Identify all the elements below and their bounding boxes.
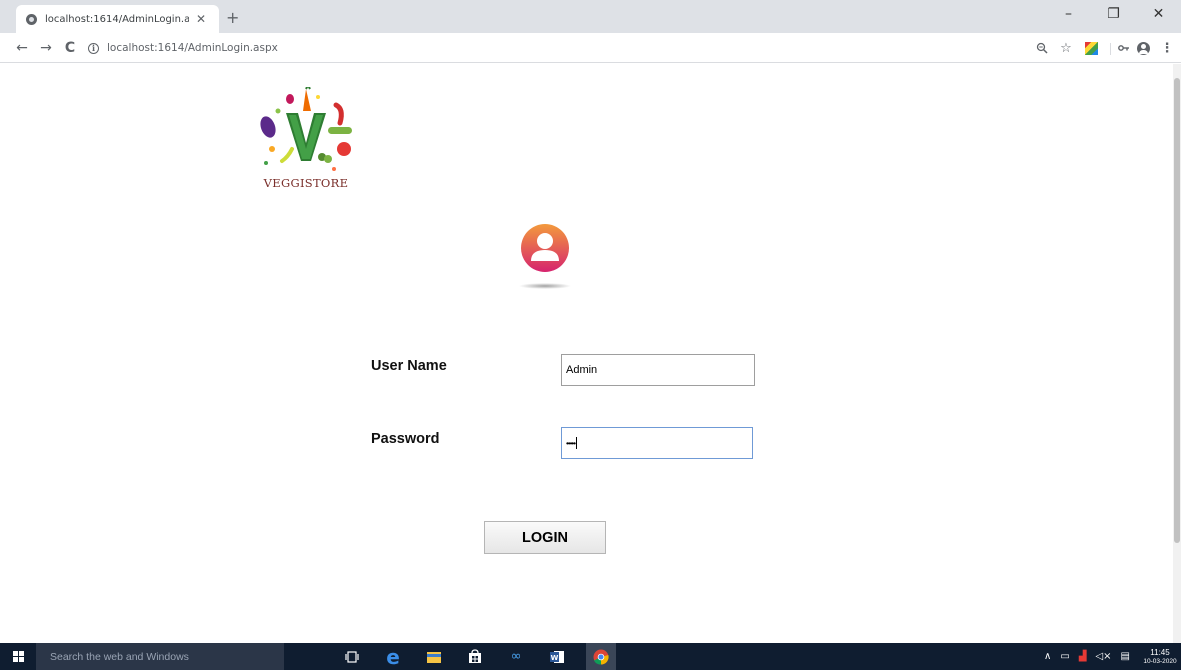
toolbar-divider (1110, 43, 1111, 55)
new-tab-button[interactable]: + (226, 8, 239, 27)
chevron-up-icon[interactable]: ∧ (1044, 651, 1051, 662)
account-icon[interactable] (1134, 39, 1152, 57)
logo-text: VEGGISTORE (263, 176, 349, 190)
vertical-scrollbar[interactable] (1173, 64, 1181, 643)
clock-time: 11:45 (1150, 647, 1170, 657)
username-input[interactable]: Admin (561, 354, 755, 386)
user-avatar-icon (513, 220, 577, 290)
volume-icon[interactable]: ◁× (1095, 651, 1111, 662)
scrollbar-thumb[interactable] (1174, 78, 1180, 543)
tab-title: localhost:1614/AdminLogin.aspx (45, 13, 189, 25)
tab-close-icon[interactable]: ✕ (195, 12, 207, 26)
store-icon[interactable] (463, 648, 487, 666)
url-text[interactable]: localhost:1614/AdminLogin.aspx (107, 42, 278, 54)
start-button[interactable] (0, 643, 36, 670)
username-label: User Name (371, 358, 447, 374)
close-window-button[interactable]: ✕ (1136, 0, 1181, 28)
windows-taskbar: Search the web and Windows e ∞ W ∧ ▭ ▟ ◁… (0, 643, 1181, 670)
battery-icon[interactable]: ▭ (1060, 651, 1069, 662)
windows-logo-icon (12, 651, 24, 662)
password-input[interactable]: ••••• (561, 427, 753, 459)
back-button[interactable]: ← (12, 38, 32, 58)
taskbar-apps: e ∞ W (340, 643, 633, 670)
text-caret (576, 437, 578, 449)
network-icon[interactable]: ▟ (1079, 651, 1087, 662)
zoom-icon[interactable] (1033, 39, 1051, 57)
maximize-button[interactable]: ❐ (1091, 0, 1136, 28)
edge-icon[interactable]: e (381, 645, 405, 669)
reload-button[interactable]: C (60, 38, 80, 58)
browser-tab[interactable]: localhost:1614/AdminLogin.aspx ✕ (16, 5, 219, 33)
veggistore-logo: VEGGISTORE (248, 82, 364, 199)
browser-tabstrip: localhost:1614/AdminLogin.aspx ✕ + – ❐ ✕ (0, 0, 1181, 33)
password-label: Password (371, 431, 440, 447)
taskbar-search-box[interactable]: Search the web and Windows (36, 643, 284, 670)
info-icon[interactable]: i (88, 42, 99, 54)
window-controls: – ❐ ✕ (1046, 0, 1181, 28)
tab-favicon-icon (26, 13, 37, 25)
clock-date: 10-03-2020 (1143, 657, 1177, 665)
browser-toolbar: ← → C i localhost:1614/AdminLogin.aspx ☆… (0, 33, 1181, 63)
address-bar[interactable]: i localhost:1614/AdminLogin.aspx (88, 38, 938, 58)
menu-icon[interactable]: ⋮ (1158, 39, 1176, 57)
key-icon[interactable] (1115, 39, 1133, 57)
file-explorer-icon[interactable] (422, 648, 446, 666)
svg-text:W: W (551, 654, 559, 662)
link-icon[interactable]: ∞ (504, 648, 528, 666)
notifications-icon[interactable]: ▤ (1121, 651, 1130, 662)
logo-graphic-icon (260, 82, 352, 171)
minimize-button[interactable]: – (1046, 0, 1091, 28)
extension-icon[interactable] (1082, 39, 1100, 57)
forward-button[interactable]: → (36, 38, 56, 58)
bookmark-star-icon[interactable]: ☆ (1057, 39, 1075, 57)
login-button[interactable]: LOGIN (484, 521, 606, 554)
page-viewport: VEGGISTORE User Name Admin Password ••••… (0, 64, 1181, 643)
chrome-icon[interactable] (586, 643, 616, 670)
task-view-icon[interactable] (340, 648, 364, 666)
word-icon[interactable]: W (545, 648, 569, 666)
system-tray: ∧ ▭ ▟ ◁× ▤ 11:45 10-03-2020 (1044, 643, 1181, 670)
username-value: Admin (566, 364, 598, 376)
password-value: ••••• (566, 438, 576, 448)
taskbar-clock[interactable]: 11:45 10-03-2020 (1139, 648, 1181, 666)
